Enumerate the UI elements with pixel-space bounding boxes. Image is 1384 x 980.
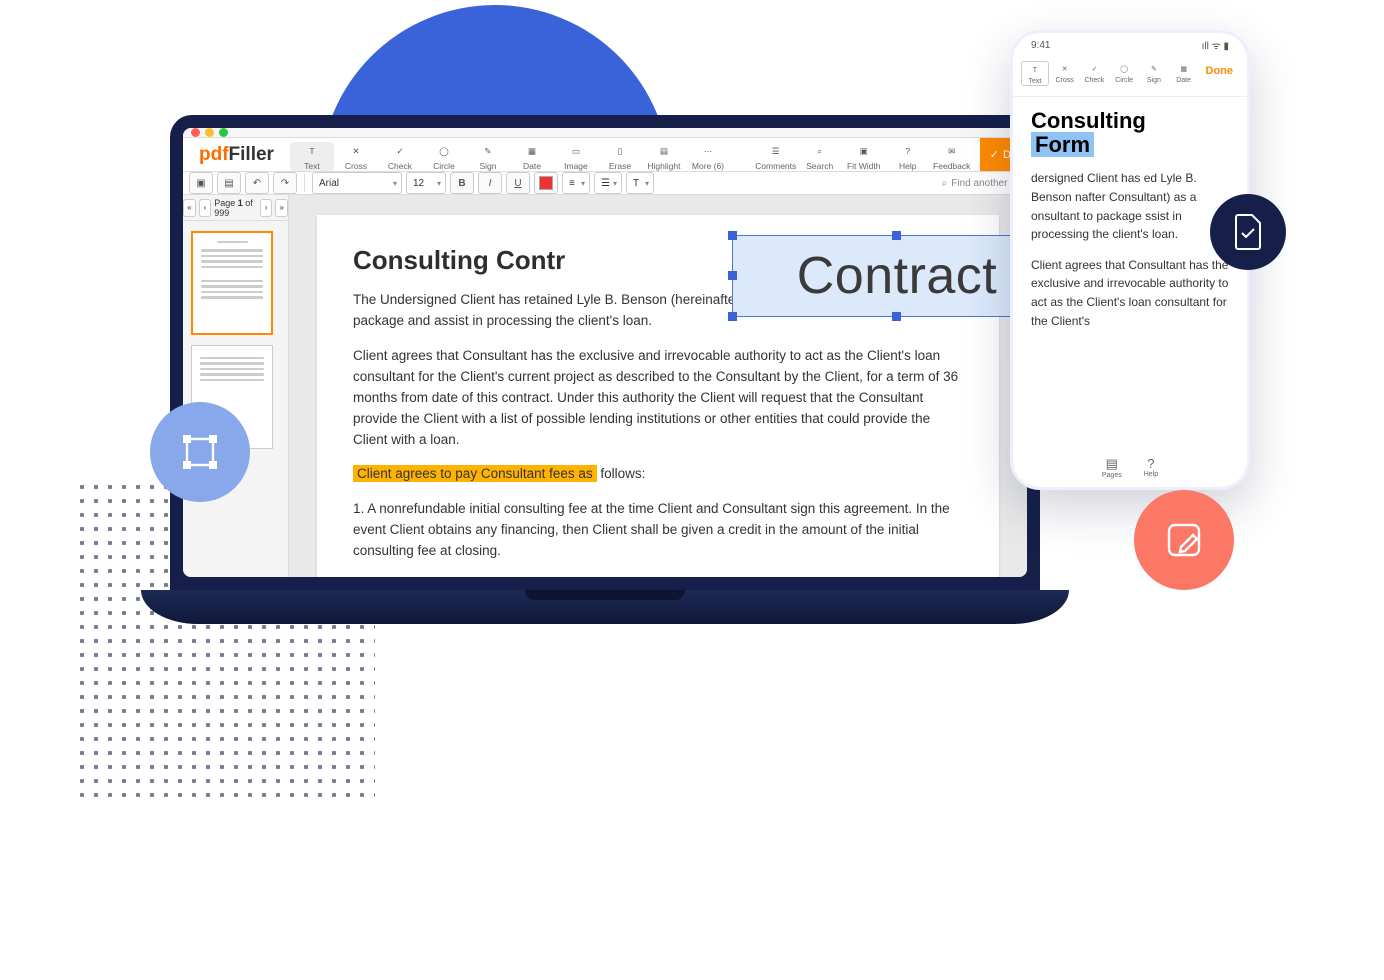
phone-tool-check[interactable]: ✓Check	[1081, 61, 1109, 84]
redo-button[interactable]: ↷	[273, 172, 297, 194]
phone-bottom-help[interactable]: ?Help	[1144, 456, 1158, 479]
pages-sidebar: « ‹ Page 1 of 999 › »	[183, 195, 289, 577]
tool-erase[interactable]: ▯Erase	[598, 142, 642, 171]
font-size-select[interactable]: 12	[406, 172, 446, 194]
tool-search[interactable]: ⌕Search	[798, 142, 842, 171]
first-page-button[interactable]: «	[183, 199, 196, 217]
phone-status-bar: 9:41ıll ᯤ ▮	[1013, 33, 1247, 57]
phone-bottom-bar: ▤Pages ?Help	[1013, 456, 1247, 479]
window-titlebar	[183, 128, 1027, 138]
laptop-mockup: pdfFiller TText✕Cross✓Check◯Circle✎Sign▦…	[170, 115, 1040, 624]
save-button[interactable]: ▤	[217, 172, 241, 194]
align-select[interactable]: ≡	[562, 172, 590, 194]
close-dot[interactable]	[191, 128, 200, 137]
main-toolbar: pdfFiller TText✕Cross✓Check◯Circle✎Sign▦…	[183, 138, 1027, 172]
maximize-dot[interactable]	[219, 128, 228, 137]
doc-paragraph: Client agrees to pay Consultant fees as …	[353, 464, 963, 485]
undo-button[interactable]: ↶	[245, 172, 269, 194]
tool-image[interactable]: ▭Image	[554, 142, 598, 171]
tool-fitwidth[interactable]: ▣Fit Width	[842, 142, 886, 171]
tool-date[interactable]: ▦Date	[510, 142, 554, 171]
phone-doc-paragraph: dersigned Client has ed Lyle B. Benson n…	[1031, 169, 1229, 243]
doc-paragraph: Client agrees that Consultant has the ex…	[353, 346, 963, 451]
phone-tool-text[interactable]: TText	[1021, 61, 1049, 86]
list-select[interactable]: ☰	[594, 172, 622, 194]
phone-doc-title: ConsultingForm	[1031, 109, 1229, 157]
prev-page-button[interactable]: ‹	[199, 199, 212, 217]
phone-toolbar: TText✕Cross✓Check◯Circle✎Sign▦DateDone	[1013, 57, 1247, 97]
tool-check[interactable]: ✓Check	[378, 142, 422, 171]
highlighted-text: Client agrees to pay Consultant fees as	[353, 465, 597, 482]
phone-done-button[interactable]: Done	[1200, 61, 1240, 81]
page-thumbnail-1[interactable]	[191, 231, 273, 335]
bbox-badge-icon	[150, 402, 250, 502]
tool-feedback[interactable]: ✉Feedback	[930, 142, 974, 171]
phone-tool-date[interactable]: ▦Date	[1170, 61, 1198, 84]
app-logo: pdfFiller	[183, 144, 290, 166]
phone-tool-sign[interactable]: ✎Sign	[1140, 61, 1168, 84]
tool-circle[interactable]: ◯Circle	[422, 142, 466, 171]
tool-more6[interactable]: ⋯More (6)	[686, 142, 730, 171]
tool-cross[interactable]: ✕Cross	[334, 142, 378, 171]
italic-button[interactable]: I	[478, 172, 502, 194]
phone-tool-cross[interactable]: ✕Cross	[1051, 61, 1079, 84]
tool-highlight[interactable]: ▤Highlight	[642, 142, 686, 171]
pdf-editor-app: pdfFiller TText✕Cross✓Check◯Circle✎Sign▦…	[183, 128, 1027, 577]
tool-text[interactable]: TText	[290, 142, 334, 171]
color-button[interactable]	[534, 172, 558, 194]
check-badge-icon	[1210, 194, 1286, 270]
minimize-dot[interactable]	[205, 128, 214, 137]
phone-mockup: 9:41ıll ᯤ ▮ TText✕Cross✓Check◯Circle✎Sig…	[1010, 30, 1250, 490]
new-button[interactable]: ▣	[189, 172, 213, 194]
font-family-select[interactable]: Arial	[312, 172, 402, 194]
bold-button[interactable]: B	[450, 172, 474, 194]
edit-badge-icon	[1134, 490, 1234, 590]
underline-button[interactable]: U	[506, 172, 530, 194]
tool-sign[interactable]: ✎Sign	[466, 142, 510, 171]
tool-help[interactable]: ?Help	[886, 142, 930, 171]
format-toolbar: ▣ ▤ ↶ ↷ Arial 12 B I U ≡ ☰ T ⌕ Find anot…	[183, 172, 1027, 195]
last-page-button[interactable]: »	[275, 199, 288, 217]
phone-tool-circle[interactable]: ◯Circle	[1110, 61, 1138, 84]
next-page-button[interactable]: ›	[260, 199, 273, 217]
page-navigator: « ‹ Page 1 of 999 › »	[183, 195, 288, 221]
phone-doc-paragraph: Client agrees that Consultant has the ex…	[1031, 256, 1229, 330]
textmode-select[interactable]: T	[626, 172, 654, 194]
page-label: Page 1 of 999	[214, 198, 257, 218]
phone-bottom-pages[interactable]: ▤Pages	[1102, 456, 1122, 479]
tool-comments[interactable]: ☰Comments	[754, 142, 798, 171]
doc-paragraph: 1. A nonrefundable initial consulting fe…	[353, 499, 963, 562]
